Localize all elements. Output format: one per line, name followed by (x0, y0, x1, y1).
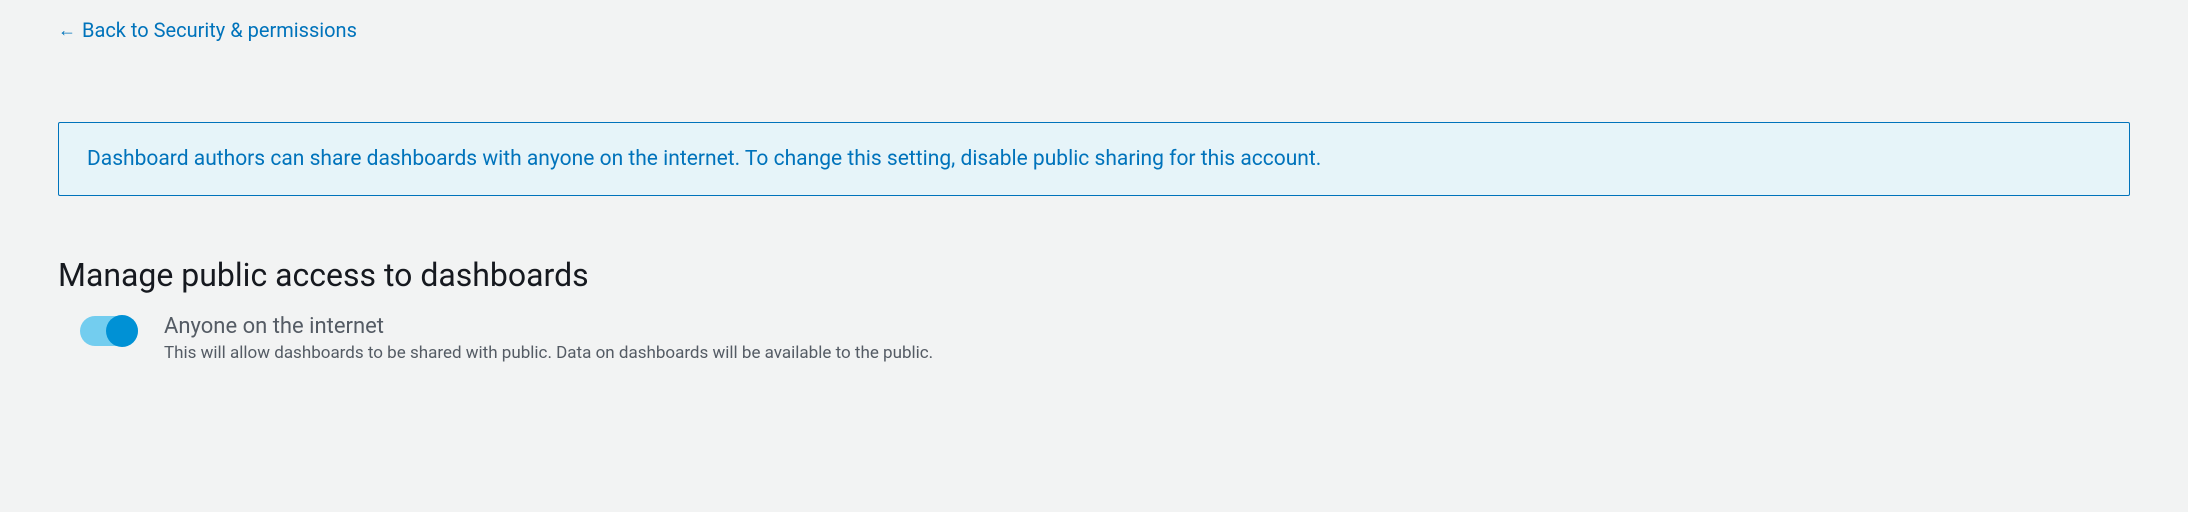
toggle-description: This will allow dashboards to be shared … (164, 343, 933, 363)
info-banner: Dashboard authors can share dashboards w… (58, 122, 2130, 196)
info-banner-message: Dashboard authors can share dashboards w… (87, 147, 1321, 171)
toggle-knob-icon (106, 315, 138, 347)
section-title: Manage public access to dashboards (58, 256, 2188, 294)
arrow-left-icon: ← (58, 20, 76, 41)
back-link[interactable]: ← Back to Security & permissions (58, 18, 357, 42)
public-access-toggle[interactable] (80, 316, 138, 346)
toggle-labels: Anyone on the internet This will allow d… (164, 314, 933, 363)
back-link-label: Back to Security & permissions (82, 18, 357, 42)
public-access-toggle-row: Anyone on the internet This will allow d… (80, 314, 2188, 363)
toggle-title: Anyone on the internet (164, 314, 933, 339)
